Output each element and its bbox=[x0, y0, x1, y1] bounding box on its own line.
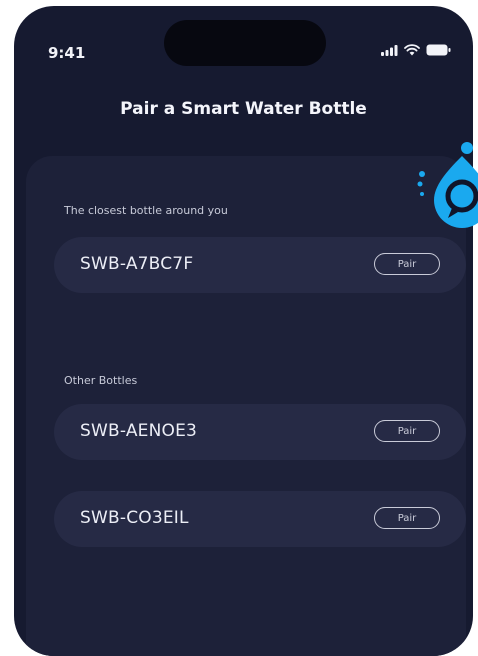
device-row[interactable]: SWB-A7BC7F Pair bbox=[54, 237, 466, 293]
device-row[interactable]: SWB-CO3EIL Pair bbox=[54, 491, 466, 547]
pair-button[interactable]: Pair bbox=[374, 507, 440, 529]
device-name: SWB-CO3EIL bbox=[80, 508, 189, 528]
device-name: SWB-A7BC7F bbox=[80, 254, 194, 274]
closest-section-label: The closest bottle around you bbox=[64, 204, 228, 217]
device-row[interactable]: SWB-AENOE3 Pair bbox=[54, 404, 466, 460]
pair-button[interactable]: Pair bbox=[374, 420, 440, 442]
signal-bars-icon bbox=[381, 44, 398, 56]
pair-button[interactable]: Pair bbox=[374, 253, 440, 275]
status-icons bbox=[381, 44, 451, 56]
wifi-icon bbox=[404, 44, 420, 56]
water-drop-logo-icon bbox=[417, 142, 478, 228]
battery-icon bbox=[426, 44, 451, 56]
other-section-label: Other Bottles bbox=[64, 374, 138, 387]
dynamic-island bbox=[164, 20, 326, 66]
page-title: Pair a Smart Water Bottle bbox=[120, 99, 367, 119]
device-name: SWB-AENOE3 bbox=[80, 421, 198, 441]
status-time: 9:41 bbox=[48, 44, 86, 62]
phone-screen: 9:41 Pair a Smart Water Bottle The close… bbox=[14, 6, 473, 656]
